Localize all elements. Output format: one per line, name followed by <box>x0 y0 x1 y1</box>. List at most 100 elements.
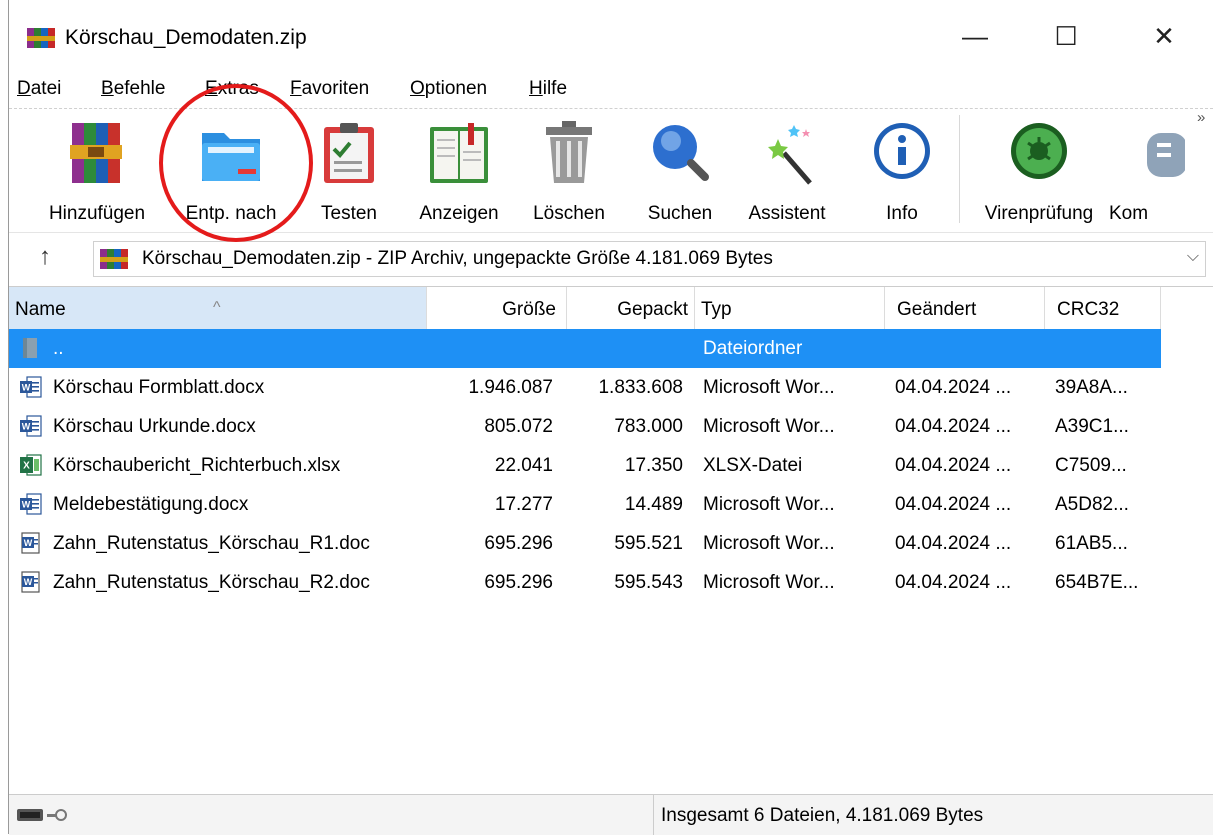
parent-folder-row[interactable]: .. Dateiordner <box>9 329 1161 368</box>
file-type: Microsoft Wor... <box>703 416 835 437</box>
file-name: Meldebestätigung.docx <box>53 494 249 515</box>
virus-scan-icon <box>1011 123 1067 179</box>
drive-key-icon <box>17 809 67 821</box>
close-button[interactable]: ✕ <box>1134 14 1194 58</box>
column-header-modified[interactable]: Geändert <box>885 287 1045 329</box>
column-header-crc32[interactable]: CRC32 <box>1045 287 1161 329</box>
column-header-size[interactable]: Größe <box>427 287 567 329</box>
file-packed-size: 14.489 <box>624 494 683 515</box>
file-crc32: A39C1... <box>1055 416 1129 437</box>
file-packed-size: 783.000 <box>614 416 683 437</box>
chevron-down-icon[interactable]: ⌵ <box>1187 248 1199 266</box>
status-text: Insgesamt 6 Dateien, 4.181.069 Bytes <box>661 805 984 826</box>
word-old-icon: W <box>19 531 43 555</box>
extract-to-label: Entp. nach <box>185 203 277 224</box>
svg-text:W: W <box>22 383 31 393</box>
word-old-icon: W <box>19 570 43 594</box>
maximize-button[interactable]: ☐ <box>1036 14 1096 58</box>
view-label: Anzeigen <box>419 203 499 224</box>
toolbar-overflow-icon[interactable]: » <box>1197 109 1205 126</box>
file-size: 22.041 <box>494 455 553 476</box>
file-row[interactable]: W Körschau Urkunde.docx 805.072 783.000 Micr… <box>9 407 1161 446</box>
folder-extract-icon <box>202 133 260 181</box>
file-modified: 04.04.2024 ... <box>895 377 1012 398</box>
search-label: Suchen <box>647 203 713 224</box>
column-header-name[interactable]: Name ^ <box>9 287 427 329</box>
file-type: Microsoft Wor... <box>703 533 835 554</box>
delete-button[interactable]: Löschen <box>521 109 617 227</box>
open-book-icon <box>430 123 488 183</box>
menu-optionen[interactable]: Optionen <box>410 78 487 100</box>
file-type: XLSX-Datei <box>703 455 803 476</box>
column-header-packed[interactable]: Gepackt <box>567 287 695 329</box>
file-row[interactable]: W Meldebestätigung.docx 17.277 14.489 Micros… <box>9 485 1161 524</box>
svg-text:W: W <box>24 538 33 548</box>
comment-button[interactable]: Kom <box>1109 109 1185 227</box>
test-button[interactable]: Testen <box>303 109 395 227</box>
virus-scan-label: Virenprüfung <box>984 203 1094 224</box>
file-modified: 04.04.2024 ... <box>895 455 1012 476</box>
menu-extras[interactable]: Extras <box>205 78 259 100</box>
word-icon: W <box>19 492 43 516</box>
archive-path-box[interactable]: Körschau_Demodaten.zip - ZIP Archiv, ung… <box>93 241 1206 277</box>
info-icon <box>874 123 930 179</box>
file-crc32: A5D82... <box>1055 494 1129 515</box>
file-type: Microsoft Wor... <box>703 494 835 515</box>
file-type: Dateiordner <box>703 338 803 359</box>
clipboard-check-icon <box>324 123 374 183</box>
svg-text:W: W <box>24 577 33 587</box>
svg-text:X: X <box>23 461 30 472</box>
file-crc32: 61AB5... <box>1055 533 1128 554</box>
word-icon: W <box>19 414 43 438</box>
svg-text:W: W <box>22 422 31 432</box>
search-button[interactable]: Suchen <box>635 109 725 227</box>
file-name: Zahn_Rutenstatus_Körschau_R2.doc <box>53 572 370 593</box>
file-modified: 04.04.2024 ... <box>895 572 1012 593</box>
virus-scan-button[interactable]: Virenprüfung <box>975 109 1103 227</box>
file-row[interactable]: W Zahn_Rutenstatus_Körschau_R1.doc 695.296… <box>9 524 1161 563</box>
file-modified: 04.04.2024 ... <box>895 494 1012 515</box>
menu-favoriten[interactable]: Favoriten <box>290 78 369 100</box>
file-modified: 04.04.2024 ... <box>895 533 1012 554</box>
toolbar-separator <box>959 115 960 223</box>
trash-can-icon <box>546 121 592 183</box>
up-folder-button[interactable]: ↑ <box>39 243 51 271</box>
file-row[interactable]: X Körschaubericht_Richterbuch.xlsx 22.041 1… <box>9 446 1161 485</box>
info-button[interactable]: Info <box>869 109 935 227</box>
window-title: Körschau_Demodaten.zip <box>65 26 307 49</box>
column-header-type[interactable]: Typ <box>695 287 885 329</box>
folder-icon <box>19 336 43 360</box>
title-bar[interactable]: Körschau_Demodaten.zip — ☐ ✕ <box>9 0 1213 72</box>
add-button[interactable]: Hinzufügen <box>35 109 159 227</box>
word-icon: W <box>19 375 43 399</box>
view-button[interactable]: Anzeigen <box>407 109 511 227</box>
excel-icon: X <box>19 453 43 477</box>
file-crc32: 654B7E... <box>1055 572 1139 593</box>
file-packed-size: 595.543 <box>614 572 683 593</box>
wizard-button[interactable]: Assistent <box>735 109 839 227</box>
menu-befehle[interactable]: Befehle <box>101 78 165 100</box>
file-packed-size: 1.833.608 <box>598 377 683 398</box>
add-label: Hinzufügen <box>48 203 146 224</box>
wizard-label: Assistent <box>748 203 826 224</box>
status-separator <box>653 795 654 835</box>
sort-ascending-icon: ^ <box>213 299 221 316</box>
winrar-archive-icon <box>100 249 128 269</box>
extract-to-button[interactable]: Entp. nach <box>169 109 293 227</box>
archive-path-text: Körschau_Demodaten.zip - ZIP Archiv, ung… <box>142 248 773 269</box>
file-row[interactable]: W Zahn_Rutenstatus_Körschau_R2.doc 695.296… <box>9 563 1161 602</box>
info-label: Info <box>886 203 918 224</box>
file-name: Körschaubericht_Richterbuch.xlsx <box>53 455 341 476</box>
test-label: Testen <box>321 203 377 224</box>
magic-wand-icon <box>768 125 812 185</box>
svg-text:W: W <box>22 500 31 510</box>
minimize-button[interactable]: — <box>945 14 1005 58</box>
toolbar: Hinzufügen Entp. nach Testen Anzeigen Lö… <box>9 108 1213 231</box>
status-bar: Insgesamt 6 Dateien, 4.181.069 Bytes <box>9 794 1213 835</box>
delete-label: Löschen <box>533 203 605 224</box>
magnifier-icon <box>653 125 709 181</box>
menu-datei[interactable]: Datei <box>17 78 61 100</box>
file-list: Name ^ Größe Gepackt Typ Geändert CRC32 … <box>9 286 1213 793</box>
menu-hilfe[interactable]: Hilfe <box>529 78 567 100</box>
file-row[interactable]: W Körschau Formblatt.docx 1.946.087 1.833.6… <box>9 368 1161 407</box>
